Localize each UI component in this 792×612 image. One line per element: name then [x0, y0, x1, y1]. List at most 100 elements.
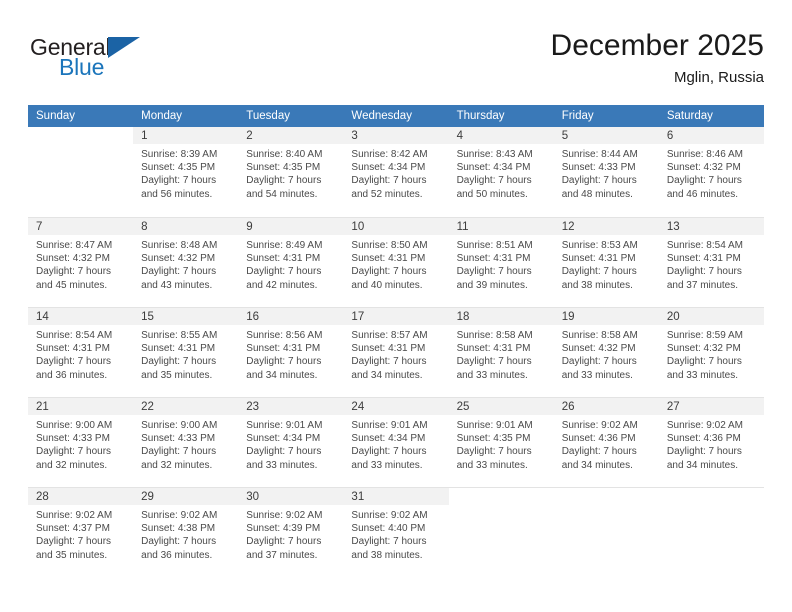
sun-info-line: Daylight: 7 hours — [561, 175, 637, 187]
sun-info-line: Sunset: 4:31 PM — [561, 253, 636, 265]
sun-info-line: Sunrise: 8:58 AM — [561, 330, 638, 341]
sun-info-line: Sunrise: 8:57 AM — [351, 330, 428, 341]
sun-info-line: Sunrise: 8:39 AM — [141, 149, 218, 160]
calendar-cell-empty — [28, 127, 133, 217]
day-number: 19 — [553, 308, 659, 325]
calendar-header-row: Sunday Monday Tuesday Wednesday Thursday Frid… — [28, 105, 764, 127]
calendar-cell-inner: 5 Sunrise: 8:44 AM Sunset: 4:33 PM Daylight… — [553, 127, 659, 217]
sun-info-line: Sunset: 4:36 PM — [561, 433, 636, 445]
calendar-week-row: 21 Sunrise: 9:00 AM Sunset: 4:33 PM Dayligh… — [28, 397, 764, 487]
day-number: 3 — [343, 127, 449, 144]
calendar-cell-day[interactable]: 10 Sunrise: 8:50 AM Sunset: 4:31 PM Dayligh… — [343, 217, 449, 307]
sun-info-line: Sunset: 4:35 PM — [456, 433, 531, 445]
day-number: 14 — [28, 308, 134, 325]
sun-info-line: and 37 minutes. — [246, 549, 318, 561]
sun-info: Sunrise: 9:00 AM Sunset: 4:33 PM Daylight:… — [133, 415, 238, 472]
sun-info-line: Sunset: 4:35 PM — [246, 162, 321, 174]
sun-info-line: Sunrise: 9:02 AM — [246, 510, 323, 521]
calendar-cell-day[interactable]: 4 Sunrise: 8:43 AM Sunset: 4:34 PM Daylight… — [448, 127, 554, 217]
calendar-cell-day[interactable]: 5 Sunrise: 8:44 AM Sunset: 4:33 PM Daylight… — [553, 127, 659, 217]
calendar-cell-day[interactable]: 2 Sunrise: 8:40 AM Sunset: 4:35 PM Daylight… — [238, 127, 344, 217]
calendar-cell-day[interactable]: 6 Sunrise: 8:46 AM Sunset: 4:32 PM Daylight… — [658, 127, 764, 217]
calendar-cell-day[interactable]: 31 Sunrise: 9:02 AM Sunset: 4:40 PM Dayligh… — [343, 487, 449, 577]
calendar-cell-day[interactable]: 3 Sunrise: 8:42 AM Sunset: 4:34 PM Daylight… — [343, 127, 449, 217]
weekday-header-monday: Monday — [133, 105, 239, 127]
sun-info-line: and 32 minutes. — [36, 459, 108, 471]
weekday-header-thursday: Thursday — [448, 105, 554, 127]
calendar-cell-inner: 14 Sunrise: 8:54 AM Sunset: 4:31 PM Dayligh… — [28, 307, 134, 397]
sun-info: Sunrise: 9:00 AM Sunset: 4:33 PM Daylight:… — [28, 415, 133, 472]
sun-info-line: Daylight: 7 hours — [36, 356, 112, 368]
sun-info: Sunrise: 8:53 AM Sunset: 4:31 PM Daylight:… — [554, 235, 659, 292]
calendar-cell-inner: 30 Sunrise: 9:02 AM Sunset: 4:39 PM Dayligh… — [238, 487, 344, 577]
day-number — [659, 488, 764, 505]
sun-info-line: Daylight: 7 hours — [666, 266, 742, 278]
sun-info-line: Daylight: 7 hours — [351, 356, 427, 368]
page-subtitle: Mglin, Russia — [673, 69, 764, 86]
calendar-cell-day[interactable]: 29 Sunrise: 9:02 AM Sunset: 4:38 PM Dayligh… — [133, 487, 239, 577]
calendar-cell-inner: 8 Sunrise: 8:48 AM Sunset: 4:32 PM Daylight… — [133, 217, 239, 307]
calendar-cell-inner: 11 Sunrise: 8:51 AM Sunset: 4:31 PM Dayligh… — [448, 217, 554, 307]
sun-info: Sunrise: 9:01 AM Sunset: 4:34 PM Daylight:… — [238, 415, 343, 472]
sun-info: Sunrise: 9:02 AM Sunset: 4:36 PM Daylight:… — [659, 415, 764, 472]
day-number: 28 — [28, 488, 134, 505]
calendar-cell-day[interactable]: 25 Sunrise: 9:01 AM Sunset: 4:35 PM Dayligh… — [448, 397, 554, 487]
calendar-cell-day[interactable]: 24 Sunrise: 9:01 AM Sunset: 4:34 PM Dayligh… — [343, 397, 449, 487]
calendar-cell-inner: 20 Sunrise: 8:59 AM Sunset: 4:32 PM Dayligh… — [658, 307, 764, 397]
calendar-cell-day[interactable]: 12 Sunrise: 8:53 AM Sunset: 4:31 PM Dayligh… — [553, 217, 659, 307]
calendar-cell-day[interactable]: 23 Sunrise: 9:01 AM Sunset: 4:34 PM Dayligh… — [238, 397, 344, 487]
calendar-cell-day[interactable]: 30 Sunrise: 9:02 AM Sunset: 4:39 PM Dayligh… — [238, 487, 344, 577]
calendar-cell-day[interactable]: 20 Sunrise: 8:59 AM Sunset: 4:32 PM Dayligh… — [658, 307, 764, 397]
calendar-cell-empty — [448, 487, 554, 577]
day-number: 23 — [238, 398, 344, 415]
calendar-cell-day[interactable]: 13 Sunrise: 8:54 AM Sunset: 4:31 PM Dayligh… — [658, 217, 764, 307]
calendar-cell-day[interactable]: 28 Sunrise: 9:02 AM Sunset: 4:37 PM Dayligh… — [28, 487, 134, 577]
sun-info-line: Sunset: 4:32 PM — [141, 253, 216, 265]
calendar-cell-inner: 18 Sunrise: 8:58 AM Sunset: 4:31 PM Dayligh… — [448, 307, 554, 397]
sun-info-line: Sunrise: 8:40 AM — [246, 149, 323, 160]
sun-info-line: Sunset: 4:31 PM — [351, 343, 426, 355]
sun-info: Sunrise: 8:54 AM Sunset: 4:31 PM Daylight:… — [28, 325, 133, 382]
day-number: 26 — [553, 398, 659, 415]
sun-info-line: Daylight: 7 hours — [666, 446, 742, 458]
calendar-cell-day[interactable]: 14 Sunrise: 8:54 AM Sunset: 4:31 PM Dayligh… — [28, 307, 134, 397]
calendar-cell-day[interactable]: 7 Sunrise: 8:47 AM Sunset: 4:32 PM Daylight… — [28, 217, 134, 307]
sun-info-line: and 32 minutes. — [141, 459, 213, 471]
sun-info-line: Daylight: 7 hours — [36, 266, 112, 278]
calendar-cell-day[interactable]: 26 Sunrise: 9:02 AM Sunset: 4:36 PM Dayligh… — [553, 397, 659, 487]
calendar-cell-day[interactable]: 22 Sunrise: 9:00 AM Sunset: 4:33 PM Dayligh… — [133, 397, 239, 487]
calendar-cell-day[interactable]: 18 Sunrise: 8:58 AM Sunset: 4:31 PM Dayligh… — [448, 307, 554, 397]
calendar-cell-day[interactable]: 19 Sunrise: 8:58 AM Sunset: 4:32 PM Dayligh… — [553, 307, 659, 397]
calendar-cell-day[interactable]: 21 Sunrise: 9:00 AM Sunset: 4:33 PM Dayligh… — [28, 397, 134, 487]
sun-info-line: Sunrise: 9:02 AM — [666, 420, 743, 431]
sun-info-line: Sunset: 4:33 PM — [36, 433, 110, 445]
sun-info-line: Sunset: 4:37 PM — [36, 523, 110, 535]
calendar-cell-day[interactable]: 17 Sunrise: 8:57 AM Sunset: 4:31 PM Dayligh… — [343, 307, 449, 397]
calendar-cell-inner: 6 Sunrise: 8:46 AM Sunset: 4:32 PM Daylight… — [658, 127, 764, 217]
day-number: 30 — [238, 488, 344, 505]
calendar-cell-day[interactable]: 8 Sunrise: 8:48 AM Sunset: 4:32 PM Daylight… — [133, 217, 239, 307]
general-blue-logo[interactable]: General Blue — [28, 34, 158, 86]
calendar-cell-day[interactable]: 27 Sunrise: 9:02 AM Sunset: 4:36 PM Dayligh… — [658, 397, 764, 487]
sun-info-line: Sunset: 4:32 PM — [36, 253, 110, 265]
sun-info-line: and 50 minutes. — [456, 188, 528, 200]
sun-info-line: and 42 minutes. — [246, 279, 318, 291]
sun-info-line: Sunset: 4:35 PM — [141, 162, 216, 174]
calendar-cell-day[interactable]: 15 Sunrise: 8:55 AM Sunset: 4:31 PM Dayligh… — [133, 307, 239, 397]
calendar-cell-day[interactable]: 9 Sunrise: 8:49 AM Sunset: 4:31 PM Daylight… — [238, 217, 344, 307]
sun-info-line: and 37 minutes. — [666, 279, 739, 291]
sun-info-line: Sunrise: 8:53 AM — [561, 240, 638, 251]
weekday-header-friday: Friday — [553, 105, 659, 127]
sun-info-line: Sunrise: 8:58 AM — [456, 330, 533, 341]
calendar-cell-inner — [28, 127, 133, 217]
calendar-cell-day[interactable]: 16 Sunrise: 8:56 AM Sunset: 4:31 PM Dayligh… — [238, 307, 344, 397]
sun-info: Sunrise: 8:46 AM Sunset: 4:32 PM Daylight:… — [659, 144, 764, 201]
sun-info-line: and 33 minutes. — [456, 369, 528, 381]
sun-info-line: Sunset: 4:39 PM — [246, 523, 321, 535]
day-number: 29 — [133, 488, 239, 505]
sun-info-line: Sunset: 4:31 PM — [456, 343, 531, 355]
calendar-cell-day[interactable]: 1 Sunrise: 8:39 AM Sunset: 4:35 PM Daylight… — [133, 127, 239, 217]
calendar-cell-day[interactable]: 11 Sunrise: 8:51 AM Sunset: 4:31 PM Dayligh… — [448, 217, 554, 307]
sun-info-line: Sunset: 4:31 PM — [666, 253, 741, 265]
sun-info: Sunrise: 9:02 AM Sunset: 4:40 PM Daylight:… — [343, 505, 448, 562]
